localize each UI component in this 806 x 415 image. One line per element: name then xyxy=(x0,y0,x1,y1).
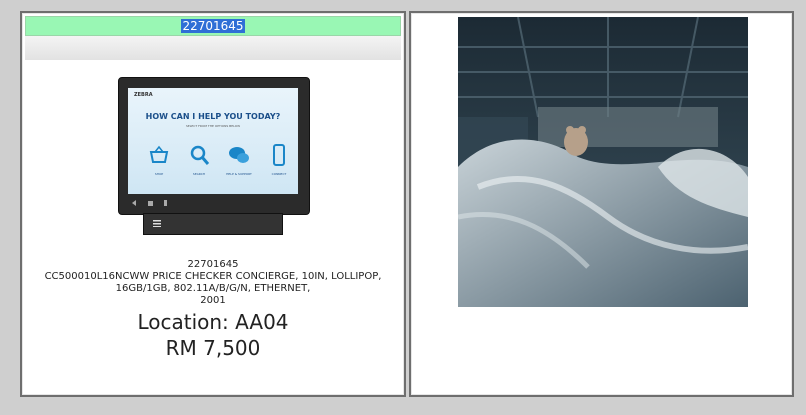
zebra-logo-icon xyxy=(152,218,162,228)
product-description-2: 16GB/1GB, 802.11A/B/G/N, ETHERNET, xyxy=(115,283,311,294)
media-panel xyxy=(409,11,794,397)
product-description-1: CC500010L16NCWW PRICE CHECKER CONCIERGE,… xyxy=(44,271,382,282)
product-info: 22701645 CC500010L16NCWW PRICE CHECKER C… xyxy=(22,259,404,361)
device-bezel: ZEBRA HOW CAN I HELP YOU TODAY? SELECT F… xyxy=(118,77,310,215)
product-image: ZEBRA HOW CAN I HELP YOU TODAY? SELECT F… xyxy=(118,77,310,237)
basket-icon: SHOP xyxy=(148,144,170,176)
toolbar-strip xyxy=(25,36,401,60)
device-nav-bar xyxy=(128,198,298,208)
icon-caption: CONNECT xyxy=(271,172,287,176)
barcode-input[interactable]: 22701645 xyxy=(25,16,401,36)
search-icon: SEARCH xyxy=(188,144,210,176)
app-window: 22701645 ZEBRA HOW CAN I HELP YOU TODAY?… xyxy=(0,0,806,415)
phone-icon: CONNECT xyxy=(268,144,290,176)
product-description-3: 2001 xyxy=(200,295,226,306)
device-base xyxy=(143,213,283,235)
icon-caption: HELP & SUPPORT xyxy=(226,172,252,176)
product-price: RM 7,500 xyxy=(165,336,261,360)
chat-icon: HELP & SUPPORT xyxy=(226,144,252,176)
screen-headline: HOW CAN I HELP YOU TODAY? xyxy=(145,112,281,121)
screen-subtitle: SELECT FROM THE OPTIONS BELOW xyxy=(185,124,241,128)
device-screen: ZEBRA HOW CAN I HELP YOU TODAY? SELECT F… xyxy=(128,88,298,194)
brand-logo: ZEBRA xyxy=(134,92,153,98)
icon-caption: SEARCH xyxy=(192,172,206,176)
product-code: 22701645 xyxy=(187,259,239,270)
promo-photo xyxy=(458,17,748,307)
icon-caption: SHOP xyxy=(154,172,164,176)
product-panel: 22701645 ZEBRA HOW CAN I HELP YOU TODAY?… xyxy=(20,11,406,397)
barcode-text: 22701645 xyxy=(181,19,245,33)
product-location: Location: AA04 xyxy=(137,310,289,334)
